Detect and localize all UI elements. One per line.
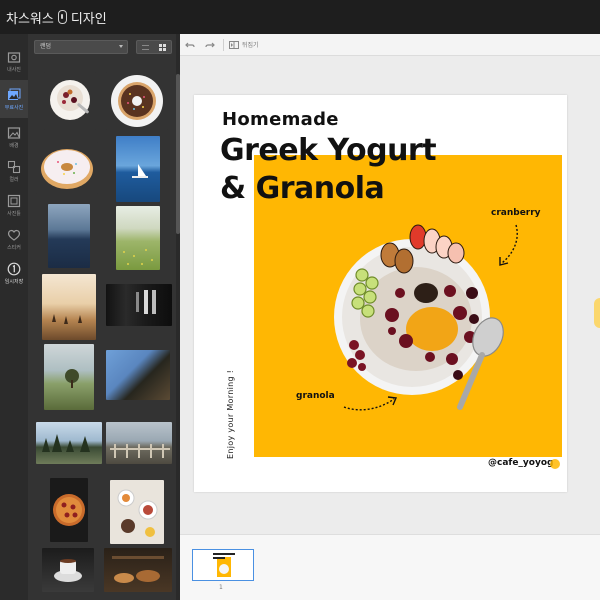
design-title-line2[interactable]: & Granola <box>220 171 385 206</box>
editor-app: 차스워스 디자인 내사진 무료사진 배경 컬러 사진틀 스티커 임시저장 랜덤 … <box>0 0 600 600</box>
photo-stack-icon <box>8 88 21 100</box>
photo-thumb-donut-frosted[interactable] <box>36 142 98 194</box>
tree-field-image <box>65 369 79 388</box>
rail-item-sticker[interactable]: 스티커 <box>0 220 28 258</box>
upload-icon <box>7 51 21 63</box>
view-toggle <box>136 40 172 54</box>
forest-image <box>42 434 90 452</box>
editor-toolbar: 뒤집기 <box>180 34 600 56</box>
photo-thumb-sunset-field[interactable] <box>42 274 96 340</box>
sort-select[interactable]: 랜덤 <box>34 40 128 54</box>
design-page[interactable]: Homemade Greek Yogurt & Granola cranberr… <box>194 95 567 492</box>
list-icon <box>142 44 149 50</box>
heart-icon <box>7 229 21 241</box>
palette-icon <box>7 160 21 173</box>
rail-label: 임시저장 <box>4 278 24 285</box>
brunch-table-image <box>117 489 158 537</box>
label-granola[interactable]: granola <box>296 391 335 401</box>
photo-thumb-meadow[interactable] <box>116 206 160 270</box>
photo-thumb-brunch-table[interactable] <box>110 480 164 544</box>
meadow-image <box>123 249 153 265</box>
undo-button[interactable] <box>180 35 200 55</box>
fence-image <box>110 444 170 458</box>
undo-icon <box>185 42 195 47</box>
rail-item-background[interactable]: 배경 <box>0 118 28 156</box>
photo-thumb-dark-interior[interactable] <box>106 284 172 326</box>
title-bar: 차스워스 디자인 <box>0 0 600 34</box>
photo-thumb-yogurt-bowl[interactable] <box>44 72 96 130</box>
grid-icon <box>159 43 166 51</box>
design-subtitle[interactable]: Homemade <box>222 109 339 130</box>
bakery-image <box>112 556 164 583</box>
photo-thumb-sailboat[interactable] <box>116 136 160 202</box>
page-strip: 1 <box>180 534 600 600</box>
logo-icon <box>57 10 67 24</box>
design-title-line1[interactable]: Greek Yogurt <box>220 133 437 168</box>
granola-arrow <box>343 396 398 411</box>
yogurt-bowl-image <box>50 80 90 120</box>
rail-item-frame[interactable]: 사진틀 <box>0 186 28 224</box>
rail-item-my-photos[interactable]: 내사진 <box>0 42 28 80</box>
flip-button[interactable]: 뒤집기 <box>229 40 259 49</box>
chocolate-donut-image <box>111 75 163 127</box>
rail-item-color[interactable]: 컬러 <box>0 152 28 190</box>
tool-rail: 내사진 무료사진 배경 컬러 사진틀 스티커 임시저장 <box>0 34 28 600</box>
thumb-bowl <box>219 564 229 574</box>
one-icon <box>7 262 21 275</box>
label-cranberry[interactable]: cranberry <box>491 208 541 218</box>
grid-view-button[interactable] <box>154 41 171 53</box>
photo-thumb-coffee[interactable] <box>42 548 94 592</box>
cranberry-arrow <box>499 224 518 266</box>
app-title-right: 디자인 <box>70 11 107 27</box>
rail-item-temp-save[interactable]: 임시저장 <box>0 254 28 292</box>
photo-thumb-tree-field[interactable] <box>44 344 94 410</box>
rail-label: 컬러 <box>9 176 19 183</box>
redo-icon <box>205 42 215 47</box>
rail-label: 무료사진 <box>4 104 24 111</box>
rail-item-free-photos[interactable]: 무료사진 <box>0 80 28 118</box>
rail-label: 내사진 <box>7 66 21 73</box>
photo-thumb-donut-chocolate[interactable] <box>106 72 168 130</box>
sort-select-value: 랜덤 <box>40 43 52 50</box>
thumb-title <box>213 553 235 555</box>
page-thumbnail[interactable] <box>192 549 254 581</box>
photo-thumb-cliff[interactable] <box>106 350 170 400</box>
thumb-title2 <box>213 557 225 559</box>
frame-icon <box>7 194 21 207</box>
rail-label: 사진틀 <box>7 210 21 217</box>
photo-thumb-pizza[interactable] <box>50 478 88 542</box>
cursor-highlight <box>550 459 560 469</box>
photo-thumb-fence[interactable] <box>106 422 172 464</box>
image-icon <box>7 126 21 139</box>
frosted-donut-image <box>41 149 93 189</box>
list-view-button[interactable] <box>137 41 154 53</box>
photo-thumb-forest[interactable] <box>36 422 102 464</box>
flip-icon <box>229 40 239 49</box>
app-title-left: 차스워스 <box>6 11 54 27</box>
flip-label: 뒤집기 <box>242 42 259 49</box>
panel-toolbar: 랜덤 <box>28 34 180 60</box>
resize-handle[interactable] <box>594 298 600 328</box>
sunset-field-image <box>52 314 82 324</box>
side-text[interactable]: Enjoy your Morning ! <box>226 370 235 459</box>
dark-interior-image <box>136 290 156 314</box>
handle-text[interactable]: @cafe_yoyog <box>488 458 553 468</box>
photo-thumb-sea[interactable] <box>48 204 90 268</box>
toolbar-divider <box>223 38 224 51</box>
rail-label: 스티커 <box>7 244 21 251</box>
coffee-image <box>54 559 82 582</box>
page-number: 1 <box>219 584 223 591</box>
photo-thumb-bakery[interactable] <box>104 548 172 592</box>
redo-button[interactable] <box>200 35 220 55</box>
rail-label: 배경 <box>9 142 19 149</box>
pizza-image <box>53 494 85 526</box>
photo-panel: 랜덤 <box>28 34 180 600</box>
sailboat-image <box>132 164 148 178</box>
chevron-down-icon <box>119 45 123 48</box>
